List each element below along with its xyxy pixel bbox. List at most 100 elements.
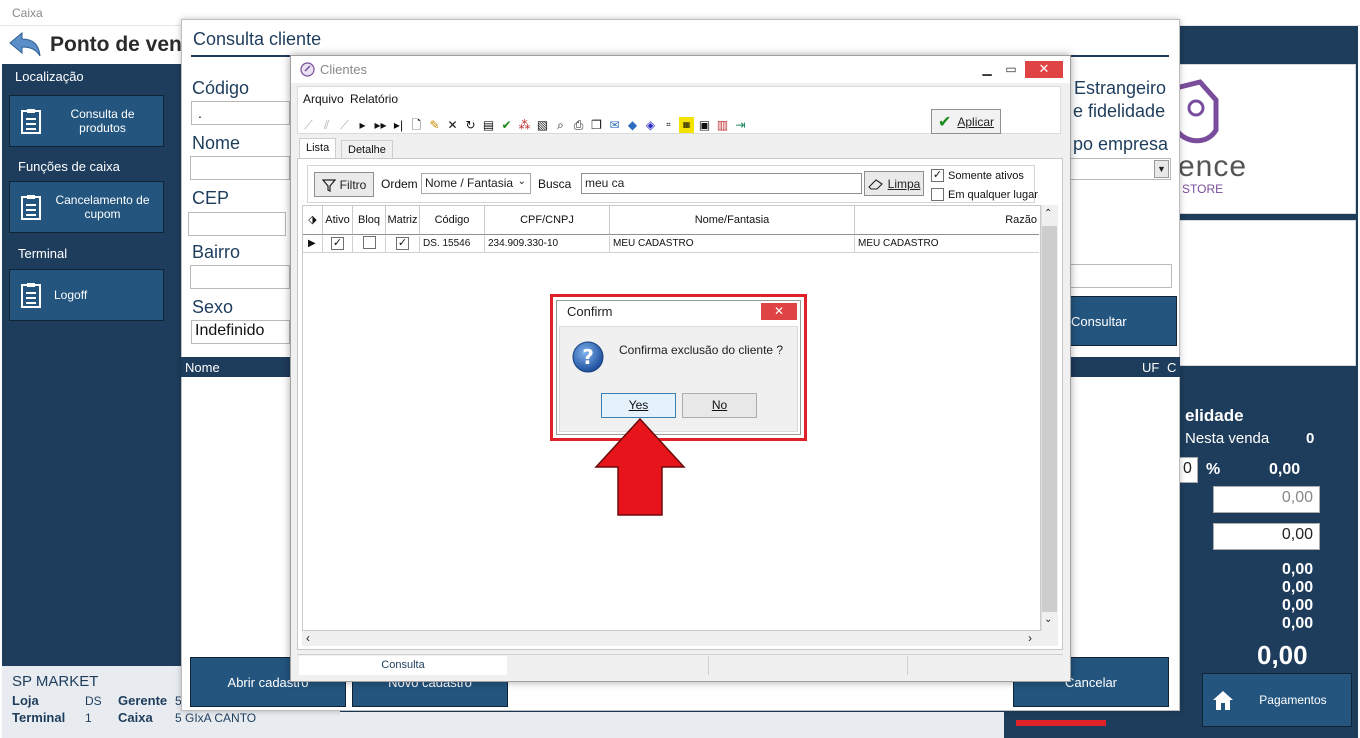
col-cpf-cnpj[interactable]: CPF/CNPJ [485, 206, 610, 234]
caixa-label: Caixa [118, 710, 153, 725]
maximize-icon[interactable]: ▭ [1004, 62, 1018, 76]
cell-cpf-cnpj: 234.909.330-10 [485, 236, 610, 252]
sexo-select[interactable]: Indefinido [191, 320, 290, 344]
fidelidade-title: elidade [1185, 406, 1244, 425]
print-icon[interactable]: ⎙ [571, 117, 586, 133]
prev-record-icon[interactable]: ⟋ [337, 117, 352, 133]
table-row[interactable]: ▶ ✓ ✓ DS. 15546 234.909.330-10 MEU CADAS… [303, 236, 1039, 253]
busca-input[interactable]: meu ca [581, 173, 862, 194]
last-record-icon[interactable]: ▸| [391, 117, 406, 133]
menu-relatorio[interactable]: Relatório [350, 92, 398, 106]
pagamentos-button[interactable]: Pagamentos [1202, 673, 1352, 727]
ordem-value: Nome / Fantasia [425, 176, 514, 190]
export-icon[interactable]: ▥ [715, 117, 730, 133]
filter-icon[interactable]: ▦ [679, 117, 694, 133]
exit-icon[interactable]: ⇥ [733, 117, 748, 133]
check-icon: ✔ [937, 113, 952, 131]
attach-icon[interactable]: ◆ [625, 117, 640, 133]
cep-input[interactable] [188, 212, 286, 236]
col-nome-fantasia[interactable]: Nome/Fantasia [610, 206, 855, 234]
codigo-input[interactable]: . [191, 101, 290, 125]
col-bloq[interactable]: Bloq [353, 206, 386, 234]
terminal-label: Terminal [12, 710, 66, 725]
consultar-button[interactable]: Consultar [1068, 296, 1177, 346]
new-document-icon[interactable]: 🗋 [409, 117, 424, 133]
prev-page-icon[interactable]: ⫽ [319, 117, 334, 133]
image-icon[interactable]: ▣ [697, 117, 712, 133]
edit-icon[interactable]: ✎ [427, 117, 442, 133]
col-ativo[interactable]: Ativo [323, 206, 353, 234]
email-icon[interactable]: ✉ [607, 117, 622, 133]
copy-icon[interactable]: ❐ [589, 117, 604, 133]
aplicar-button[interactable]: ✔ Aplicar [931, 109, 1001, 134]
cell-codigo: DS. 15546 [420, 236, 485, 252]
menu-arquivo[interactable]: Arquivo [303, 92, 344, 106]
confirm-icon[interactable]: ✔ [499, 117, 514, 133]
chevron-down-icon: ⌄ [517, 176, 526, 187]
ordem-select[interactable]: Nome / Fantasia ⌄ [421, 173, 531, 194]
grid-header-uf: UF [1142, 360, 1160, 375]
refresh-icon[interactable]: ↻ [463, 117, 478, 133]
somente-ativos-checkbox[interactable]: ✓ [931, 169, 944, 182]
tab-detalhe[interactable]: Detalhe [341, 140, 393, 158]
limpa-button[interactable]: Limpa [864, 171, 924, 196]
confirm-title: Confirm [567, 304, 613, 319]
ativo-checkbox[interactable]: ✓ [331, 237, 344, 250]
filtro-button[interactable]: Filtro [314, 172, 374, 197]
tag-icon[interactable]: ◈ [643, 117, 658, 133]
em-qualquer-lugar-checkbox[interactable] [931, 188, 944, 201]
amount-input[interactable]: 0,00 [1213, 523, 1320, 550]
next-page-icon[interactable]: ▸▸ [373, 117, 388, 133]
consulta-cliente-title: Consulta cliente [193, 29, 322, 49]
goto-icon[interactable]: ⌗ [661, 117, 676, 133]
tools-icon[interactable]: ⁂ [517, 117, 532, 133]
cell-nome-fantasia: MEU CADASTRO [610, 236, 855, 252]
preview-icon[interactable]: ▧ [535, 117, 550, 133]
chevron-down-icon[interactable]: ▼ [1154, 160, 1169, 178]
first-record-icon[interactable]: ⟋ [301, 117, 316, 133]
scroll-right-icon[interactable]: › [1028, 631, 1032, 645]
bloq-checkbox[interactable] [363, 236, 376, 249]
cep-label: CEP [192, 188, 230, 208]
clipboard-icon [21, 109, 41, 134]
discount-value-input[interactable]: 0,00 [1213, 486, 1320, 513]
summary-value-4: 0,00 [1282, 615, 1314, 632]
summary-value-1: 0,00 [1282, 561, 1314, 578]
no-button[interactable]: No [682, 393, 757, 418]
col-razao[interactable]: Razão [855, 206, 1039, 234]
back-arrow-icon[interactable] [8, 30, 42, 60]
minimize-icon[interactable]: ▁ [980, 62, 994, 76]
cell-razao: MEU CADASTRO [858, 238, 939, 249]
consulta-produtos-button[interactable]: Consulta de produtos [9, 95, 164, 147]
delete-icon[interactable]: ✕ [445, 117, 460, 133]
search-doc-icon[interactable]: ⌕ [553, 117, 568, 133]
bairro-input[interactable] [190, 265, 290, 289]
sexo-label: Sexo [192, 297, 234, 317]
col-matriz[interactable]: Matriz [386, 206, 420, 234]
col-codigo[interactable]: Código [420, 206, 485, 234]
next-record-icon[interactable]: ▸ [355, 117, 370, 133]
cell-matriz[interactable]: ✓ [386, 236, 420, 252]
properties-icon[interactable]: ▤ [481, 117, 496, 133]
horizontal-scrollbar[interactable] [302, 631, 1058, 646]
tab-lista[interactable]: Lista [299, 138, 337, 158]
cancelamento-cupom-button[interactable]: Cancelamento de cupom [9, 181, 164, 233]
logoff-button[interactable]: Logoff [9, 269, 164, 321]
scrollbar-thumb[interactable] [1042, 226, 1057, 612]
extra-input[interactable] [1069, 264, 1172, 288]
scroll-up-icon[interactable]: ⌃ [1044, 208, 1052, 219]
logoff-label: Logoff [54, 288, 88, 302]
scroll-left-icon[interactable]: ‹ [306, 631, 310, 645]
terminal-value: 1 [85, 711, 92, 725]
yes-button[interactable]: Yes [601, 393, 676, 418]
cell-ativo[interactable]: ✓ [323, 236, 353, 252]
cell-bloq[interactable] [353, 236, 386, 252]
confirm-close-icon[interactable]: ✕ [761, 303, 797, 320]
ordem-label: Ordem [381, 177, 418, 191]
nome-label: Nome [192, 133, 241, 153]
nome-input[interactable] [190, 156, 290, 180]
matriz-checkbox[interactable]: ✓ [396, 237, 409, 250]
close-icon[interactable]: ✕ [1025, 61, 1063, 78]
scroll-down-icon[interactable]: ⌄ [1044, 614, 1052, 625]
section-label-localizacao: Localização [15, 69, 84, 84]
